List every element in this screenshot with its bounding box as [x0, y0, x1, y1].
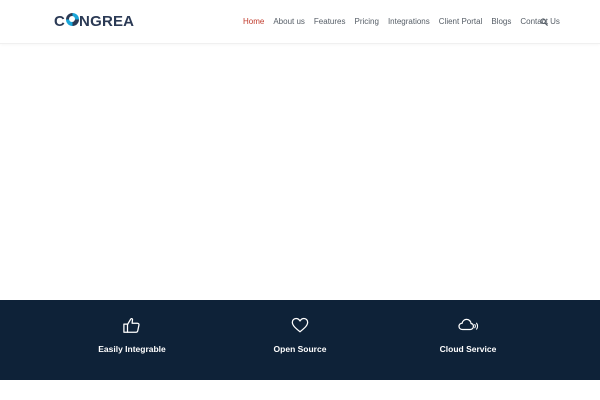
search-icon[interactable] — [540, 18, 548, 26]
nav-item-integrations[interactable]: Integrations — [388, 16, 430, 28]
logo-text: C NGREA — [54, 12, 135, 30]
heart-icon — [291, 317, 309, 333]
nav-item-blogs[interactable]: Blogs — [491, 16, 511, 28]
feature-easily-integrable: Easily Integrable — [62, 316, 202, 355]
nav-item-client-portal[interactable]: Client Portal — [439, 16, 483, 28]
thumbs-up-icon — [123, 317, 140, 333]
congrea-logo[interactable]: C NGREA — [54, 12, 135, 30]
logo-mark-icon — [65, 12, 79, 26]
cloud-icon — [458, 318, 479, 331]
site-header: C NGREA Home About us Features Pricing In… — [0, 0, 600, 44]
features-band: Easily Integrable Open Source Cloud Serv… — [0, 300, 600, 380]
feature-label: Easily Integrable — [98, 344, 166, 354]
feature-cloud-service: Cloud Service — [398, 316, 538, 355]
nav-item-features[interactable]: Features — [314, 16, 346, 28]
feature-label: Cloud Service — [439, 344, 497, 354]
feature-label: Open Source — [273, 344, 327, 354]
nav-item-about-us[interactable]: About us — [273, 16, 305, 28]
nav-item-home[interactable]: Home — [243, 16, 264, 28]
main-nav: Home About us Features Pricing Integrati… — [243, 16, 569, 28]
nav-item-pricing[interactable]: Pricing — [355, 16, 379, 28]
feature-open-source: Open Source — [230, 316, 370, 355]
